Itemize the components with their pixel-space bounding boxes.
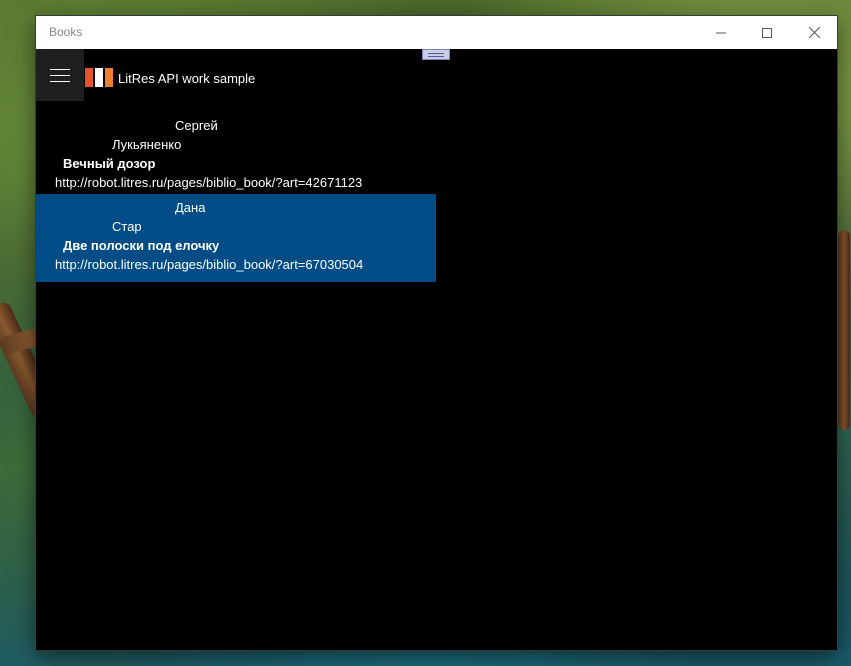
logo-block-1	[85, 68, 93, 87]
minimize-button[interactable]	[698, 16, 744, 49]
app-window: Books LitRes API work sample Сергей Лукь…	[36, 16, 837, 650]
logo-block-3	[105, 68, 113, 87]
hamburger-menu-button[interactable]	[36, 49, 84, 101]
app-logo	[85, 68, 113, 87]
logo-block-2	[95, 68, 103, 87]
title-bar[interactable]: Books	[36, 16, 837, 49]
drag-handle[interactable]	[422, 49, 450, 60]
author-last-name: Лукьяненко	[112, 137, 182, 152]
hamburger-menu-icon	[50, 68, 70, 82]
book-url: http://robot.litres.ru/pages/biblio_book…	[55, 175, 363, 190]
close-icon	[808, 27, 820, 38]
maximize-button[interactable]	[744, 16, 790, 49]
window-title: Books	[49, 25, 83, 39]
book-title: Две полоски под елочку	[63, 238, 220, 253]
author-last-name: Стар	[112, 219, 142, 234]
app-title: LitRes API work sample	[118, 71, 256, 86]
book-list-item[interactable]: Сергей Лукьяненко Вечный дозор http://ro…	[36, 112, 436, 200]
book-url: http://robot.litres.ru/pages/biblio_book…	[55, 257, 364, 272]
author-first-name: Дана	[175, 200, 206, 215]
book-list-item-selected[interactable]: Дана Стар Две полоски под елочку http://…	[36, 194, 436, 282]
minimize-icon	[716, 32, 726, 33]
author-first-name: Сергей	[175, 118, 218, 133]
close-button[interactable]	[791, 16, 837, 49]
book-title: Вечный дозор	[63, 156, 156, 171]
maximize-icon	[762, 27, 772, 38]
app-content: LitRes API work sample Сергей Лукьяненко…	[36, 49, 837, 650]
